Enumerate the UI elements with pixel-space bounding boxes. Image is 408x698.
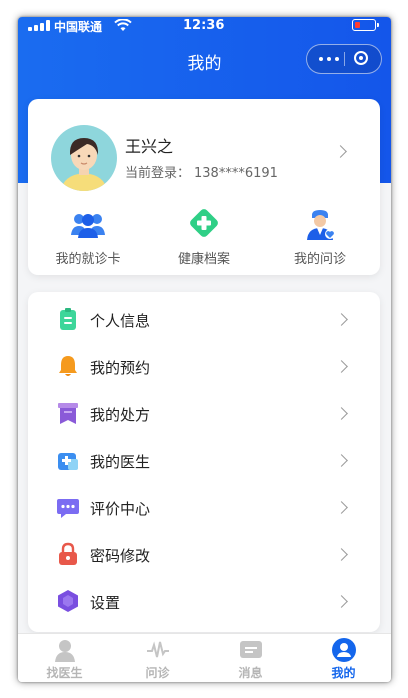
tab-bar: 找医生 问诊 消息 我的 (18, 633, 391, 682)
chevron-right-icon (335, 407, 348, 420)
menu-item-label: 设置 (90, 594, 121, 612)
menu-item-label: 我的医生 (90, 453, 151, 471)
menu-item-label: 我的处方 (90, 406, 151, 424)
chevron-right-icon[interactable] (334, 145, 347, 158)
tab-label: 找医生 (46, 666, 83, 680)
chevron-right-icon (335, 548, 348, 561)
status-bar: 中国联通 12:36 (18, 17, 391, 37)
tab-consultation[interactable]: 问诊 (111, 638, 204, 681)
menu-item-label: 个人信息 (90, 312, 151, 330)
quick-action-label: 我的就诊卡 (55, 252, 121, 267)
health-cross-icon (186, 209, 222, 241)
avatar[interactable] (51, 125, 117, 191)
quick-action-label: 我的问诊 (293, 252, 346, 267)
users-icon (70, 209, 106, 241)
menu-item-prescriptions[interactable]: 我的处方 (28, 390, 380, 437)
login-phone: 138****6191 (194, 166, 278, 181)
chevron-right-icon (335, 313, 348, 326)
medical-kit-icon (56, 448, 80, 472)
chevron-right-icon (335, 595, 348, 608)
menu-item-reviews[interactable]: 评价中心 (28, 484, 380, 531)
tab-label: 消息 (238, 666, 263, 680)
hexagon-settings-icon (56, 589, 80, 613)
phone-screen: 中国联通 12:36 我的 王兴之 当前登录： 138****6191 我的就诊… (18, 17, 391, 682)
tab-find-doctor[interactable]: 找医生 (18, 638, 111, 681)
doctor-search-icon (53, 638, 77, 662)
menu-item-change-password[interactable]: 密码修改 (28, 531, 380, 578)
login-label: 当前登录： (125, 166, 191, 181)
bell-icon (56, 354, 80, 378)
signal-icon (28, 20, 50, 31)
menu-item-appointments[interactable]: 我的预约 (28, 343, 380, 390)
status-time: 12:36 (183, 18, 225, 33)
login-info: 当前登录： 138****6191 (125, 162, 278, 181)
menu-item-personal-info[interactable]: 个人信息 (28, 296, 380, 343)
tab-me[interactable]: 我的 (297, 638, 390, 681)
chevron-right-icon (335, 501, 348, 514)
message-icon (239, 638, 263, 662)
pulse-icon (146, 638, 170, 662)
menu-item-settings[interactable]: 设置 (28, 578, 380, 625)
quick-action-my-consultation[interactable]: 我的问诊 (270, 209, 370, 267)
quick-action-label: 健康档案 (177, 252, 230, 267)
tab-label: 问诊 (145, 666, 170, 680)
quick-action-visit-card[interactable]: 我的就诊卡 (38, 209, 138, 267)
carrier-name: 中国联通 (54, 20, 103, 34)
lock-icon (56, 542, 80, 566)
menu-item-label: 我的预约 (90, 359, 151, 377)
chevron-right-icon (335, 454, 348, 467)
menu-item-my-doctors[interactable]: 我的医生 (28, 437, 380, 484)
menu-card: 个人信息 我的预约 我的处方 我的医生 评价中心 密码修改 设置 (28, 292, 380, 632)
profile-card: 王兴之 当前登录： 138****6191 我的就诊卡 健康档案 我的问诊 (28, 99, 380, 275)
doctor-icon (302, 209, 338, 241)
user-name: 王兴之 (125, 137, 174, 156)
quick-action-health-record[interactable]: 健康档案 (154, 209, 254, 267)
mini-program-capsule (306, 44, 382, 74)
clipboard-icon (56, 307, 80, 331)
menu-item-label: 密码修改 (90, 547, 151, 565)
user-circle-icon (331, 638, 356, 662)
tab-messages[interactable]: 消息 (204, 638, 297, 681)
tab-label: 我的 (331, 666, 356, 680)
more-icon[interactable] (317, 45, 343, 73)
chat-bubble-icon (56, 495, 80, 519)
menu-item-label: 评价中心 (90, 500, 151, 518)
chevron-right-icon (335, 360, 348, 373)
prescription-icon (56, 401, 80, 425)
close-target-icon[interactable] (354, 51, 368, 65)
wifi-icon (114, 19, 132, 31)
battery-icon (352, 19, 379, 31)
